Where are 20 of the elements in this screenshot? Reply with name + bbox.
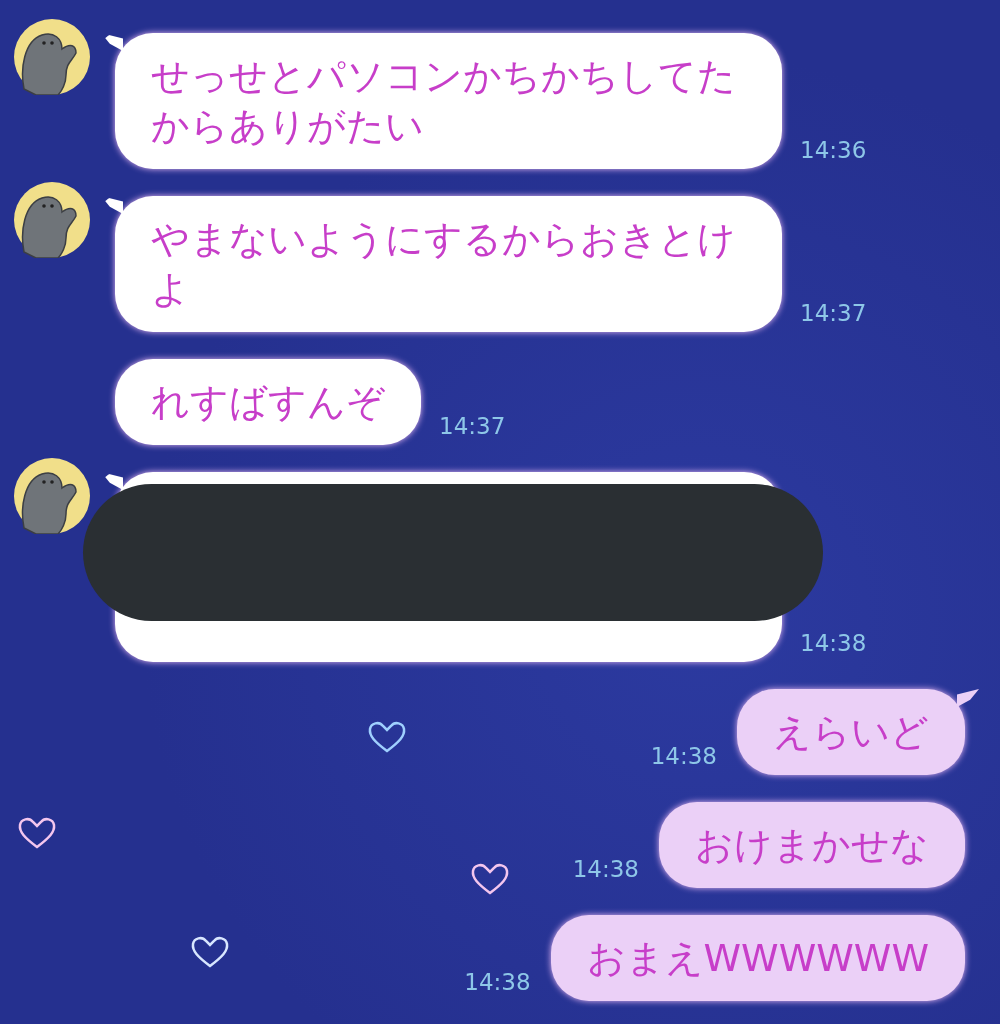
message-time: 14:38 bbox=[650, 743, 717, 769]
message-time: 14:38 bbox=[464, 969, 531, 995]
message-bubble[interactable]: せっせとパソコンかちかちしてたからありがたい bbox=[115, 33, 782, 169]
message-bubble[interactable]: やまないようにするからおきとけよ bbox=[115, 196, 782, 332]
message-bubble[interactable]: おけまかせな bbox=[659, 802, 965, 888]
message-time: 14:37 bbox=[800, 300, 867, 326]
heart-icon bbox=[367, 720, 407, 754]
avatar-icon[interactable] bbox=[14, 182, 90, 258]
message-bubble[interactable]: えらいど bbox=[737, 689, 965, 775]
heart-icon bbox=[17, 816, 57, 850]
message-bubble[interactable]: れすばすんぞ bbox=[115, 359, 421, 445]
message-bubble[interactable]: おまえWWWWWW bbox=[550, 915, 965, 1001]
avatar-icon[interactable] bbox=[14, 458, 90, 534]
heart-icon bbox=[470, 862, 510, 896]
message-time: 14:38 bbox=[572, 856, 639, 882]
message-time: 14:37 bbox=[439, 413, 506, 439]
avatar-icon[interactable] bbox=[14, 19, 90, 95]
heart-icon bbox=[190, 935, 230, 969]
message-time: 14:36 bbox=[800, 137, 867, 163]
message-time: 14:38 bbox=[800, 630, 867, 656]
